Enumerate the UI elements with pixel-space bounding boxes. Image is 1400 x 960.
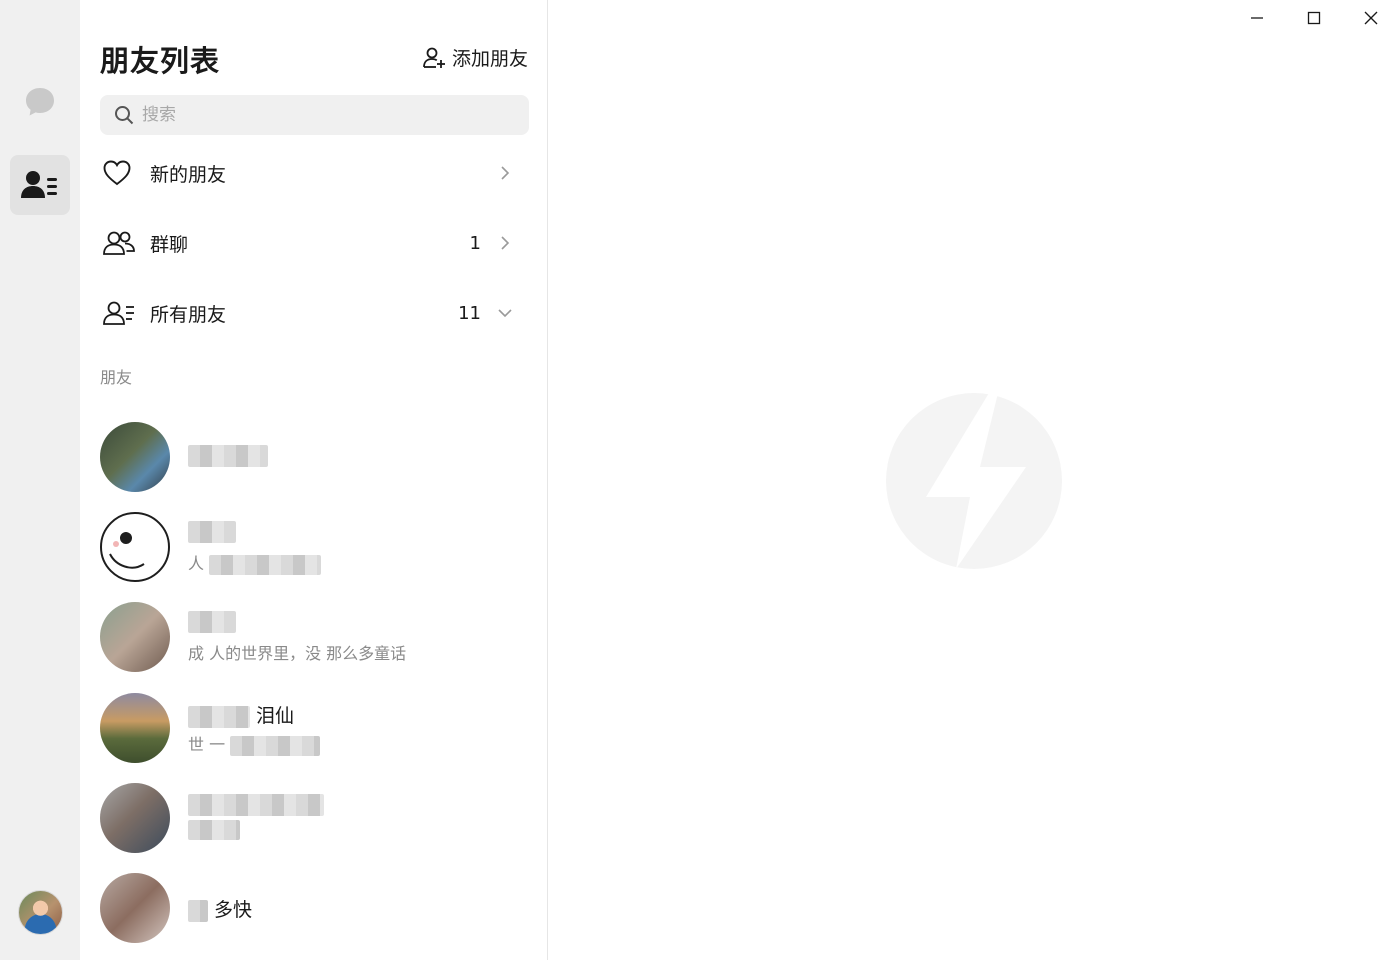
contacts-icon <box>21 171 57 198</box>
search-input[interactable] <box>142 105 522 125</box>
chevron-right-icon <box>495 165 515 181</box>
menu-group-chats-label: 群聊 <box>150 233 189 256</box>
contacts-list-icon <box>100 300 140 326</box>
minimize-icon <box>1251 17 1263 19</box>
nav-chat-button[interactable] <box>10 72 70 132</box>
menu-all-friends-count: 11 <box>458 302 481 324</box>
chevron-down-icon <box>495 308 515 318</box>
friends-panel: 朋友列表 添加朋友 新的朋友 <box>80 0 548 960</box>
menu-new-friends[interactable]: 新的朋友 <box>100 145 529 201</box>
user-avatar[interactable] <box>18 890 63 935</box>
chat-bubble-icon <box>26 88 54 116</box>
friend-list-item[interactable] <box>100 783 529 863</box>
menu-group-chats[interactable]: 群聊 1 <box>100 215 529 271</box>
close-icon <box>1364 11 1378 25</box>
redacted-text <box>230 735 321 756</box>
add-friend-button[interactable]: 添加朋友 <box>422 44 528 71</box>
menu-all-friends-label: 所有朋友 <box>150 303 227 326</box>
group-icon <box>100 230 140 256</box>
redacted-text <box>188 610 236 633</box>
redacted-text <box>209 554 322 575</box>
heart-icon <box>100 160 140 186</box>
friend-name: 多快 <box>188 895 252 922</box>
app-logo-watermark <box>886 393 1062 569</box>
friend-avatar <box>100 512 170 582</box>
friend-signature: 人 <box>188 550 322 575</box>
search-box[interactable] <box>100 95 529 135</box>
app-window: 朋友列表 添加朋友 新的朋友 <box>0 0 1400 960</box>
maximize-icon <box>1307 11 1321 25</box>
friend-avatar <box>100 873 170 943</box>
friend-list-item[interactable]: 成 人的世界里，没 那么多童话 <box>100 602 529 682</box>
section-label-friends: 朋友 <box>100 368 133 387</box>
friend-list-item[interactable]: 泪仙 世 一 <box>100 693 529 773</box>
friend-avatar <box>100 422 170 492</box>
friend-name <box>188 520 236 543</box>
main-content-area <box>549 0 1400 960</box>
nav-rail <box>0 0 80 960</box>
minimize-button[interactable] <box>1236 4 1278 32</box>
friend-list-item[interactable]: 人 <box>100 512 529 592</box>
friend-avatar <box>100 693 170 763</box>
nav-contacts-button[interactable] <box>10 155 70 215</box>
maximize-button[interactable] <box>1293 4 1335 32</box>
add-user-icon <box>423 47 445 68</box>
friend-list-item[interactable] <box>100 422 529 502</box>
redacted-text <box>188 705 250 728</box>
redacted-text <box>188 819 240 840</box>
friend-name <box>188 793 324 816</box>
friend-avatar <box>100 783 170 853</box>
friend-signature <box>188 819 240 840</box>
redacted-text <box>188 899 208 922</box>
friend-name: 泪仙 <box>188 701 294 728</box>
search-icon <box>115 106 134 125</box>
friend-signature: 成 人的世界里，没 那么多童话 <box>188 644 407 663</box>
close-button[interactable] <box>1350 4 1392 32</box>
redacted-text <box>188 444 268 467</box>
friend-list-item[interactable]: 多快 <box>100 873 529 953</box>
menu-all-friends[interactable]: 所有朋友 11 <box>100 285 529 341</box>
friend-name <box>188 444 268 467</box>
redacted-text <box>188 520 236 543</box>
menu-new-friends-label: 新的朋友 <box>150 163 227 186</box>
friend-avatar <box>100 602 170 672</box>
redacted-text <box>188 793 324 816</box>
friend-name <box>188 610 236 633</box>
add-friend-label: 添加朋友 <box>451 48 528 70</box>
friend-signature: 世 一 <box>188 731 321 756</box>
chevron-right-icon <box>495 235 515 251</box>
menu-group-chats-count: 1 <box>469 232 481 254</box>
page-title: 朋友列表 <box>100 44 221 78</box>
